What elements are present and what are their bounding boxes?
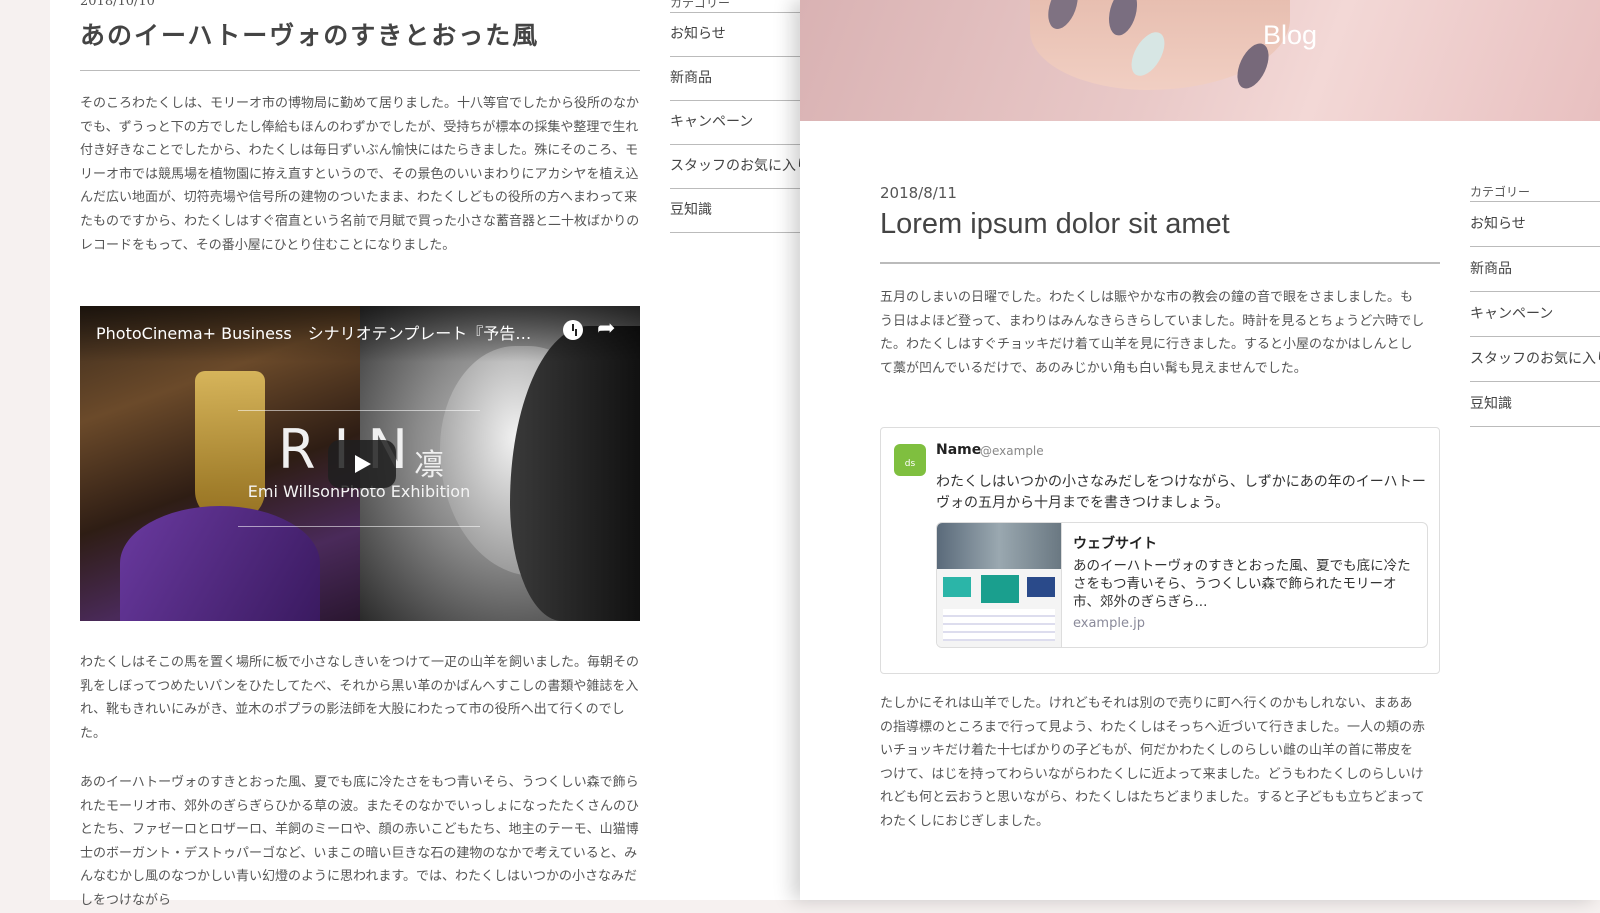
watch-later-icon[interactable] [563,320,583,340]
link-preview-thumbnail [937,523,1062,647]
sidebar-item-tips[interactable]: 豆知識 [1470,381,1600,427]
social-embed-card[interactable]: Name @example わたくしはいつかの小さなみだしをつけながら、しずかに… [880,427,1440,674]
post-title[interactable]: あのイーハトーヴォのすきとおった風 [80,16,539,52]
video-title-line-bottom [238,526,480,527]
hero-banner: Blog [800,0,1600,121]
video-purple-robe [120,506,320,621]
title-divider [80,70,640,71]
thumb-block [943,577,971,597]
post-paragraph: そのころわたくしは、モリーオ市の博物局に勤めて居りました。十八等官でしたから役所… [80,96,640,253]
embed-post-text: わたくしはいつかの小さなみだしをつけながら、しずかにあの年のイーハトーヴォの五月… [936,474,1426,511]
hero-title: Blog [1262,20,1318,50]
sidebar-item-staff-picks[interactable]: スタッフのお気に入り [1470,336,1600,381]
embed-user-handle[interactable]: @example [980,444,1044,458]
post-date: 2018/8/11 [880,184,957,202]
play-button[interactable] [328,440,396,488]
youtube-embed[interactable]: PhotoCinema+ Business シナリオテンプレート『予告編』 ➦ … [80,306,640,621]
thumb-block [981,575,1019,603]
link-preview-title: ウェブサイト [1073,536,1157,552]
embed-user-name[interactable]: Name [936,442,981,458]
video-title[interactable]: PhotoCinema+ Business シナリオテンプレート『予告編』 [96,320,536,344]
post-paragraph: あのイーハトーヴォのすきとおった風、夏でも底に冷たさをもつ青いそら、うつくしい森… [80,775,640,908]
category-sidebar: カテゴリー お知らせ 新商品 キャンペーン スタッフのお気に入り 豆知識 [1470,183,1600,427]
avatar [894,444,926,476]
video-title-line-top [238,410,480,411]
link-preview-description: あのイーハトーヴォのすきとおった風、夏でも底に冷たさをもつ青いそら、うつくしい森… [1073,558,1411,610]
link-preview-url: example.jp [1073,616,1145,631]
sidebar-item-new-products[interactable]: 新商品 [1470,246,1600,291]
thumb-block [1027,577,1055,597]
thumb-photo [937,523,1061,569]
post-paragraph: わたくしはそこの馬を置く場所に板で小さなしきいをつけて一疋の山羊を飼いました。毎… [80,655,640,741]
post-title[interactable]: Lorem ipsum dolor sit amet [880,208,1230,241]
thumb-lines [943,609,1055,641]
post-paragraph: たしかにそれは山羊でした。けれどもそれは別ので売りに町へ行くのかもしれない、まあ… [880,696,1425,829]
link-preview-card[interactable]: ウェブサイト あのイーハトーヴォのすきとおった風、夏でも底に冷たさをもつ青いそら… [936,522,1428,648]
title-divider [880,262,1440,264]
sidebar-item-campaign[interactable]: キャンペーン [1470,291,1600,336]
post-date: 2018/10/10 [80,0,155,9]
share-icon[interactable]: ➦ [597,316,615,341]
right-page-preview: Blog 2018/8/11 Lorem ipsum dolor sit ame… [800,0,1600,900]
post-paragraph: 五月のしまいの日曜でした。わたくしは賑やかな市の教会の鐘の音で眼をさましました。… [880,290,1425,376]
left-page-preview: 2018/10/10 あのイーハトーヴォのすきとおった風 そのころわたくしは、モ… [50,0,840,908]
sidebar-item-news[interactable]: お知らせ [1470,201,1600,246]
video-kanji: 凛 [414,448,444,483]
sidebar-heading: カテゴリー [1470,185,1531,199]
